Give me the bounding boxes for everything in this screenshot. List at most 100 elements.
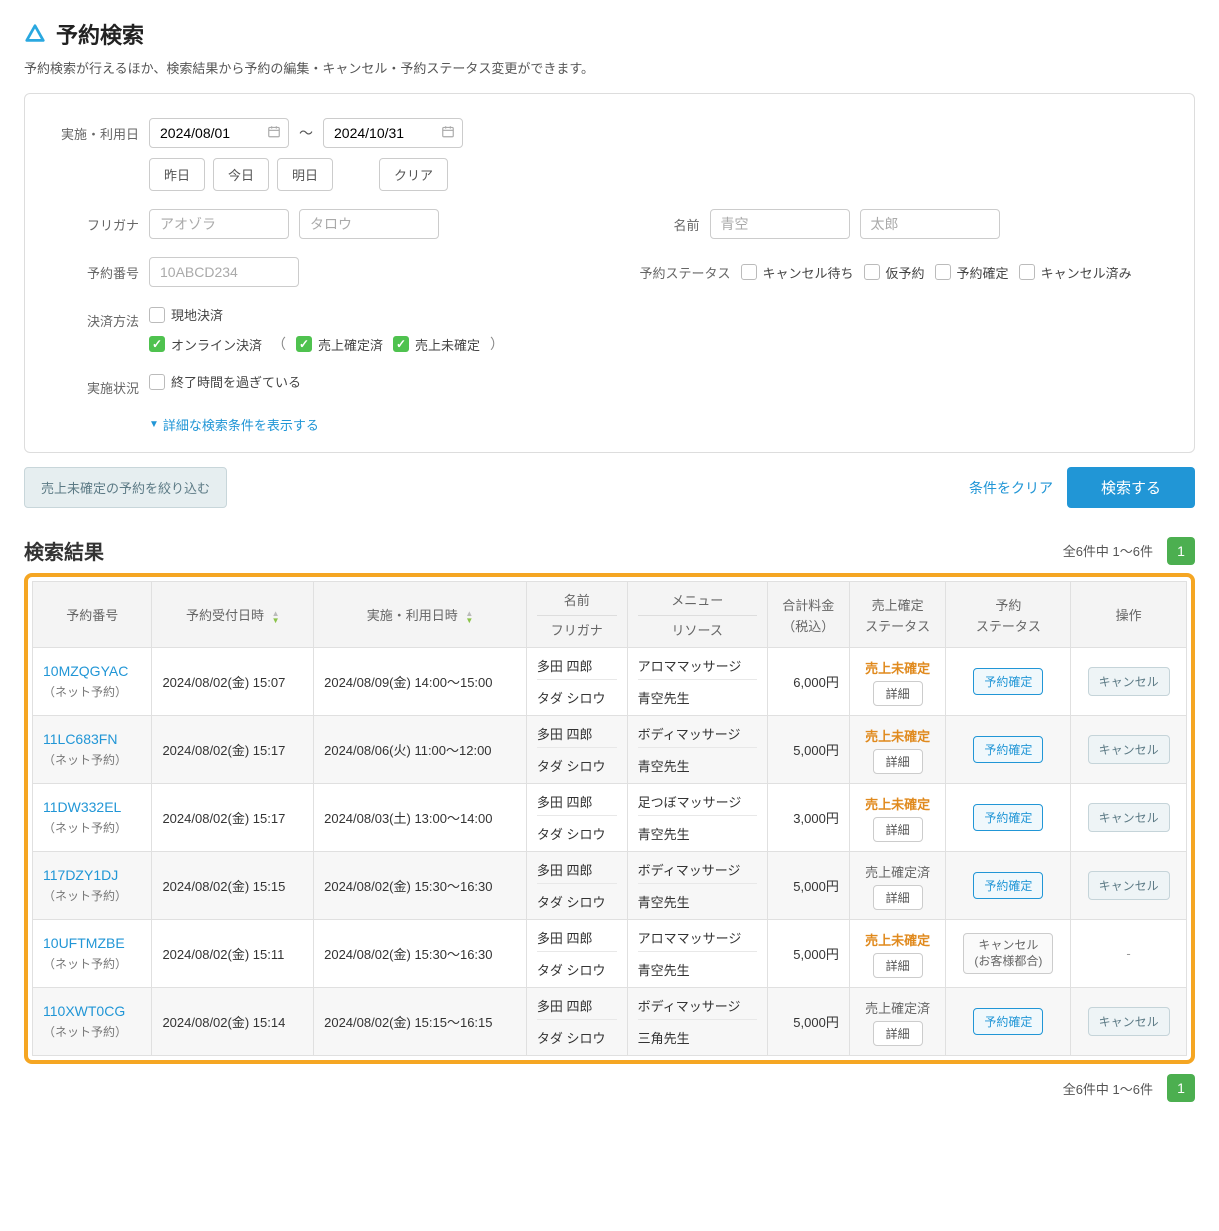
reservation-id-link[interactable]: 10UFTMZBE xyxy=(43,935,141,951)
th-usage[interactable]: 実施・利用日時 ▲▼ xyxy=(314,582,527,648)
page-current-footer[interactable]: 1 xyxy=(1167,1074,1195,1102)
cell-menu: 足つぼマッサージ xyxy=(638,792,757,816)
th-received[interactable]: 予約受付日時 ▲▼ xyxy=(152,582,314,648)
res-status-button[interactable]: 予約確定 xyxy=(973,1008,1043,1035)
results-table: 予約番号 予約受付日時 ▲▼ 実施・利用日時 ▲▼ 名前 フリガナ xyxy=(32,581,1187,1056)
cancel-button[interactable]: キャンセル xyxy=(1088,871,1170,900)
detail-button[interactable]: 詳細 xyxy=(873,817,923,842)
sales-status: 売上未確定 xyxy=(860,726,936,745)
cell-menu: アロママッサージ xyxy=(638,656,757,680)
clear-conditions-link[interactable]: 条件をクリア xyxy=(969,478,1053,498)
cell-resource: 青空先生 xyxy=(638,960,757,979)
results-title: 検索結果 xyxy=(24,536,104,565)
yesterday-button[interactable]: 昨日 xyxy=(149,158,205,191)
cb-cancelled[interactable] xyxy=(1019,264,1035,280)
search-button[interactable]: 検索する xyxy=(1067,467,1195,508)
op-none: - xyxy=(1126,946,1130,961)
reservation-id-link[interactable]: 11LC683FN xyxy=(43,731,141,747)
cancel-button[interactable]: キャンセル xyxy=(1088,735,1170,764)
cell-price: 5,000円 xyxy=(767,852,849,920)
page-current[interactable]: 1 xyxy=(1167,537,1195,565)
payment-label: 決済方法 xyxy=(49,305,139,330)
reservation-source: （ネット予約） xyxy=(43,683,141,700)
reservation-id-link[interactable]: 110XWT0CG xyxy=(43,1003,141,1019)
res-status-button[interactable]: 予約確定 xyxy=(973,872,1043,899)
reservation-id-link[interactable]: 117DZY1DJ xyxy=(43,867,141,883)
cancel-button[interactable]: キャンセル xyxy=(1088,1007,1170,1036)
cell-furigana: タダ シロウ xyxy=(537,960,617,979)
cell-menu: アロママッサージ xyxy=(638,928,757,952)
advanced-toggle[interactable]: 詳細な検索条件を表示する xyxy=(149,415,319,434)
cell-name: 多田 四郎 xyxy=(537,656,617,680)
table-row: 11DW332EL （ネット予約）2024/08/02(金) 15:172024… xyxy=(33,784,1187,852)
clear-date-button[interactable]: クリア xyxy=(379,158,448,191)
furigana-last-input[interactable] xyxy=(149,209,289,239)
cell-received: 2024/08/02(金) 15:17 xyxy=(152,784,314,852)
cell-received: 2024/08/02(金) 15:07 xyxy=(152,648,314,716)
reservation-id-link[interactable]: 11DW332EL xyxy=(43,799,141,815)
reservation-id-link[interactable]: 10MZQGYAC xyxy=(43,663,141,679)
detail-button[interactable]: 詳細 xyxy=(873,953,923,978)
cb-onsite-payment[interactable] xyxy=(149,307,165,323)
date-to-input[interactable] xyxy=(323,118,463,148)
cell-furigana: タダ シロウ xyxy=(537,1028,617,1047)
date-label: 実施・利用日 xyxy=(49,118,139,143)
table-row: 11LC683FN （ネット予約）2024/08/02(金) 15:172024… xyxy=(33,716,1187,784)
cell-usage: 2024/08/09(金) 14:00〜15:00 xyxy=(314,648,527,716)
detail-button[interactable]: 詳細 xyxy=(873,749,923,774)
tomorrow-button[interactable]: 明日 xyxy=(277,158,333,191)
cell-resource: 青空先生 xyxy=(638,756,757,775)
table-row: 117DZY1DJ （ネット予約）2024/08/02(金) 15:152024… xyxy=(33,852,1187,920)
cancel-button[interactable]: キャンセル xyxy=(1088,667,1170,696)
name-last-input[interactable] xyxy=(710,209,850,239)
cb-online-payment[interactable] xyxy=(149,336,165,352)
res-status-button[interactable]: 予約確定 xyxy=(973,804,1043,831)
res-status-button[interactable]: 予約確定 xyxy=(973,736,1043,763)
cell-menu: ボディマッサージ xyxy=(638,724,757,748)
filter-unfixed-button[interactable]: 売上未確定の予約を絞り込む xyxy=(24,467,227,508)
cell-name: 多田 四郎 xyxy=(537,860,617,884)
detail-button[interactable]: 詳細 xyxy=(873,1021,923,1046)
th-sales-status: 売上確定 ステータス xyxy=(849,582,946,648)
today-button[interactable]: 今日 xyxy=(213,158,269,191)
name-first-input[interactable] xyxy=(860,209,1000,239)
sales-status: 売上未確定 xyxy=(860,794,936,813)
detail-button[interactable]: 詳細 xyxy=(873,681,923,706)
cell-name: 多田 四郎 xyxy=(537,996,617,1020)
cell-usage: 2024/08/03(土) 13:00〜14:00 xyxy=(314,784,527,852)
furigana-first-input[interactable] xyxy=(299,209,439,239)
reservation-source: （ネット予約） xyxy=(43,955,141,972)
paren-close: ） xyxy=(490,334,504,354)
results-count-footer: 全6件中 1〜6件 xyxy=(1063,1079,1153,1098)
cell-received: 2024/08/02(金) 15:14 xyxy=(152,988,314,1056)
cb-waitlist[interactable] xyxy=(741,264,757,280)
cb-past-end[interactable] xyxy=(149,374,165,390)
cell-resource: 青空先生 xyxy=(638,688,757,707)
res-status-label: 予約ステータス xyxy=(640,263,731,282)
cell-price: 5,000円 xyxy=(767,920,849,988)
date-from-input[interactable] xyxy=(149,118,289,148)
cb-confirmed[interactable] xyxy=(935,264,951,280)
cb-confirmed-label: 予約確定 xyxy=(957,263,1009,282)
th-name: 名前 フリガナ xyxy=(526,582,627,648)
detail-button[interactable]: 詳細 xyxy=(873,885,923,910)
th-ops: 操作 xyxy=(1071,582,1187,648)
cell-furigana: タダ シロウ xyxy=(537,688,617,707)
cb-tentative[interactable] xyxy=(864,264,880,280)
reservation-no-input[interactable] xyxy=(149,257,299,287)
reservation-no-label: 予約番号 xyxy=(49,257,139,282)
cell-price: 6,000円 xyxy=(767,648,849,716)
cb-cancelled-label: キャンセル済み xyxy=(1041,263,1132,282)
th-res-no: 予約番号 xyxy=(33,582,152,648)
th-res-status: 予約 ステータス xyxy=(946,582,1071,648)
reservation-source: （ネット予約） xyxy=(43,1023,141,1040)
cb-sales-fixed[interactable] xyxy=(296,336,312,352)
table-row: 110XWT0CG （ネット予約）2024/08/02(金) 15:142024… xyxy=(33,988,1187,1056)
table-row: 10UFTMZBE （ネット予約）2024/08/02(金) 15:112024… xyxy=(33,920,1187,988)
cell-received: 2024/08/02(金) 15:11 xyxy=(152,920,314,988)
sales-status: 売上未確定 xyxy=(860,930,936,949)
sales-status: 売上確定済 xyxy=(860,998,936,1017)
cancel-button[interactable]: キャンセル xyxy=(1088,803,1170,832)
res-status-button[interactable]: 予約確定 xyxy=(973,668,1043,695)
cb-sales-unfixed[interactable] xyxy=(393,336,409,352)
